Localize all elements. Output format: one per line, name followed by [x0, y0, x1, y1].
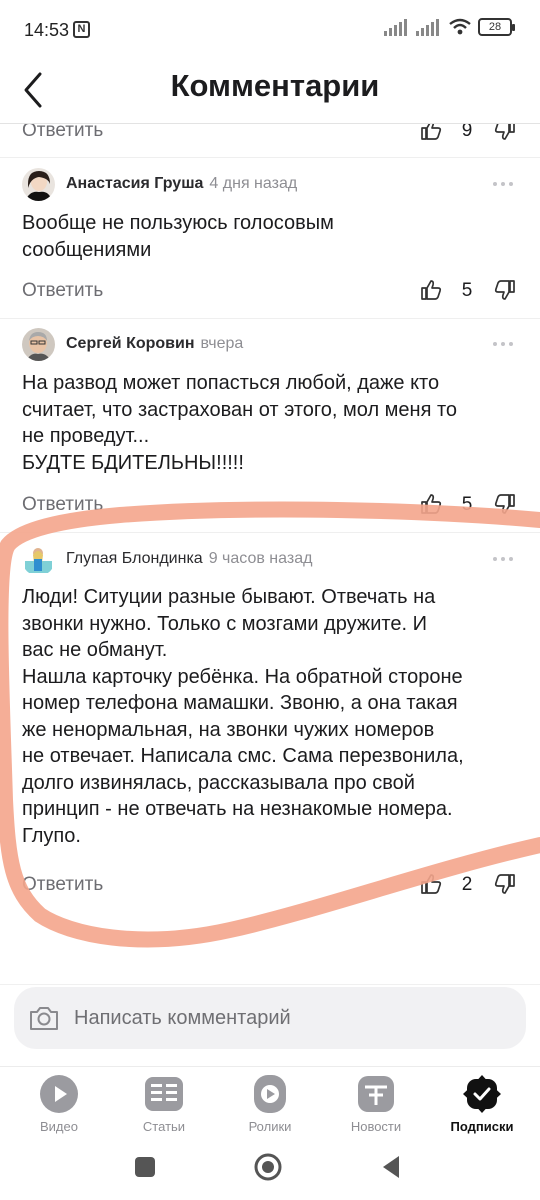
articles-icon: [145, 1077, 183, 1111]
nav-label: Новости: [350, 1119, 402, 1134]
thumbs-down-icon[interactable]: [492, 124, 516, 142]
reply-button[interactable]: Ответить: [22, 124, 103, 142]
bottom-nav: Видео Статьи Ролики Новости Подписки: [0, 1066, 540, 1138]
video-icon: [40, 1075, 78, 1113]
comment-actions: Ответить 9: [0, 124, 540, 150]
comment-placeholder: Написать комментарий: [74, 1007, 291, 1029]
nav-item-shorts[interactable]: Ролики: [220, 1073, 320, 1135]
avatar[interactable]: [22, 168, 55, 201]
more-icon[interactable]: [488, 334, 518, 354]
author-name[interactable]: Сергей Коровин вчера: [66, 335, 243, 353]
more-icon[interactable]: [488, 174, 518, 194]
comment-time: вчера: [200, 335, 244, 352]
thumbs-down-icon[interactable]: [492, 872, 516, 896]
comment-time: 9 часов назад: [208, 550, 313, 567]
comment-actions: Ответить 5: [0, 280, 540, 310]
back-nav-button[interactable]: [377, 1152, 407, 1182]
camera-icon[interactable]: [28, 1004, 60, 1032]
reply-button[interactable]: Ответить: [22, 874, 103, 896]
system-nav: [0, 1138, 540, 1200]
header: Комментарии: [0, 60, 540, 124]
comment-header: Сергей Коровин вчера: [22, 328, 522, 362]
reply-button[interactable]: Ответить: [22, 280, 103, 302]
thumbs-down-icon[interactable]: [492, 278, 516, 302]
avatar[interactable]: [22, 328, 55, 361]
home-button[interactable]: [253, 1152, 283, 1182]
wifi-icon: [449, 18, 471, 35]
signal-icon-2: [416, 19, 439, 36]
thumbs-up-icon[interactable]: [420, 124, 444, 142]
comment-header: Анастасия Груша 4 дня назад: [22, 168, 522, 202]
comment-input[interactable]: Написать комментарий: [14, 987, 526, 1049]
nfc-icon: N: [73, 21, 90, 38]
avatar[interactable]: [22, 543, 55, 576]
nav-item-articles[interactable]: Статьи: [114, 1073, 214, 1135]
comment-input-area: Написать комментарий: [0, 984, 540, 1064]
comments-feed[interactable]: Ответить 9 Анастасия Груша 4 дня назад Во…: [0, 124, 540, 984]
nav-item-subscriptions[interactable]: Подписки: [432, 1073, 532, 1135]
like-count: 5: [461, 494, 473, 515]
comment-text: Люди! Ситуции разные бывают. Отвечать на…: [22, 586, 464, 847]
subscriptions-icon: [463, 1075, 501, 1113]
author-name[interactable]: Глупая Блондинка 9 часов назад: [66, 550, 312, 568]
status-icons: 28: [384, 18, 515, 36]
comment-header: Глупая Блондинка 9 часов назад: [22, 543, 522, 577]
status-time: 14:53: [24, 20, 70, 40]
thumbs-up-icon[interactable]: [420, 492, 444, 516]
comment-text: На развод может попасться любой, даже кт…: [22, 372, 458, 474]
nav-item-video[interactable]: Видео: [9, 1073, 109, 1135]
page-title: Комментарии: [170, 68, 380, 103]
thumbs-up-icon[interactable]: [420, 872, 444, 896]
nav-label: Ролики: [248, 1119, 292, 1134]
nav-label: Статьи: [142, 1119, 186, 1134]
divider: [0, 318, 540, 319]
nav-label: Видео: [40, 1119, 78, 1134]
status-bar: 14:53 N 28: [0, 0, 540, 60]
nav-label: Подписки: [450, 1119, 514, 1134]
reply-button[interactable]: Ответить: [22, 494, 103, 516]
like-count: 9: [461, 124, 473, 141]
divider: [0, 532, 540, 533]
comment-text: Вообще не пользуюсь голосовым сообщениям…: [22, 212, 334, 261]
battery-icon: 28: [478, 18, 515, 36]
recent-apps-button[interactable]: [130, 1152, 160, 1182]
nav-item-news[interactable]: Новости: [326, 1073, 426, 1135]
comment-actions: Ответить 2: [0, 874, 540, 904]
like-count: 5: [461, 280, 473, 301]
shorts-icon: [254, 1075, 286, 1113]
comment-actions: Ответить 5: [0, 494, 540, 524]
divider: [0, 157, 540, 158]
thumbs-up-icon[interactable]: [420, 278, 444, 302]
author-name[interactable]: Анастасия Груша 4 дня назад: [66, 175, 297, 193]
thumbs-down-icon[interactable]: [492, 492, 516, 516]
comment-time: 4 дня назад: [209, 175, 298, 192]
news-icon: [358, 1076, 394, 1112]
more-icon[interactable]: [488, 549, 518, 569]
signal-icon: [384, 19, 407, 36]
like-count: 2: [461, 874, 473, 895]
